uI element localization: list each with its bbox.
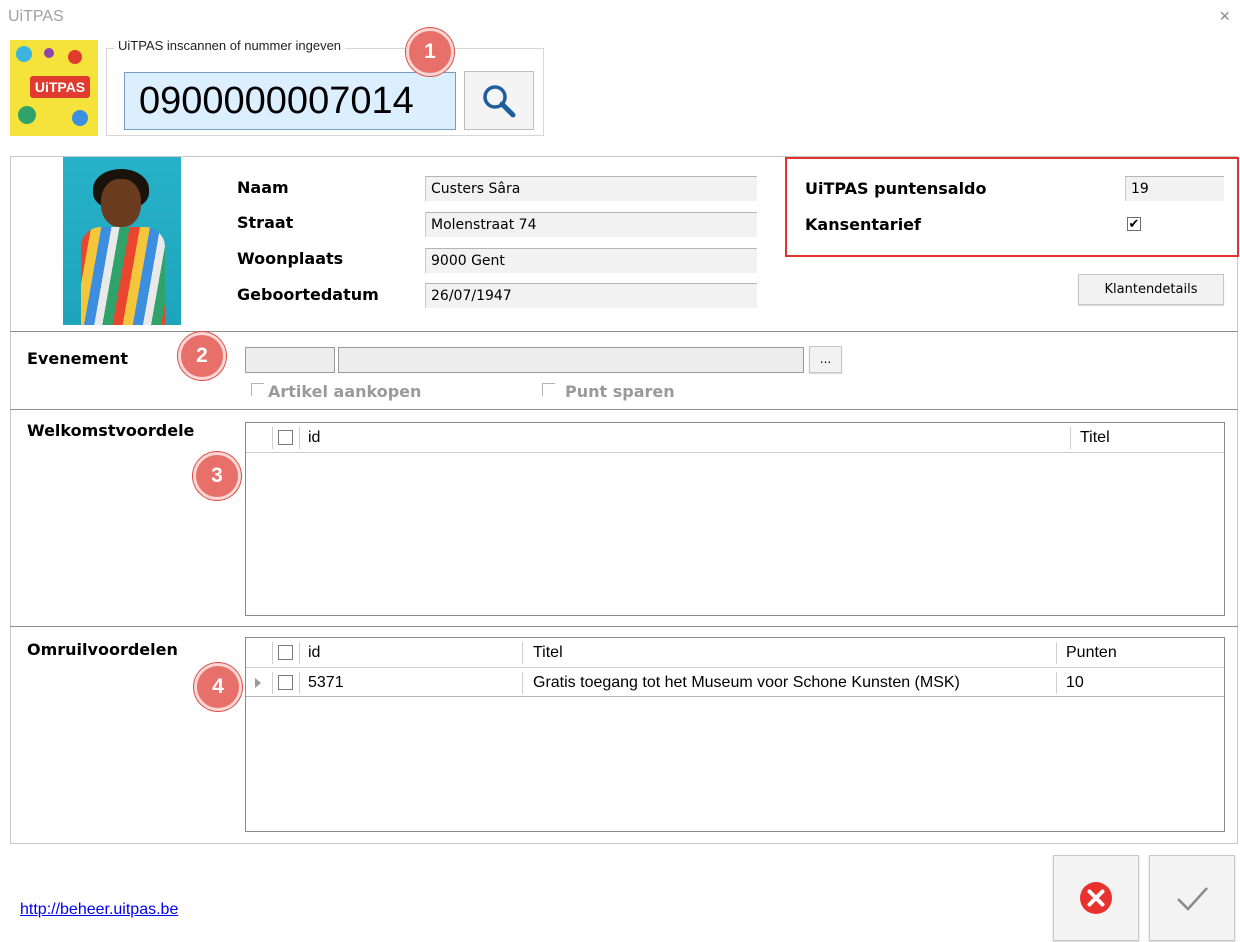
birthdate-label: Geboortedatum <box>237 285 379 304</box>
buy-article-label: Artikel aankopen <box>268 382 422 401</box>
name-label: Naam <box>237 178 289 197</box>
event-name-field[interactable] <box>338 347 804 373</box>
row-points: 10 <box>1066 674 1084 691</box>
event-browse-button[interactable]: ... <box>809 346 842 373</box>
kansentarief-checkbox[interactable]: ✔ <box>1127 217 1141 231</box>
exchange-grid: id Titel Punten 5371 Gratis toegang tot … <box>245 637 1225 832</box>
welcome-col-title[interactable]: Titel <box>1080 429 1110 447</box>
search-button[interactable] <box>464 71 534 130</box>
exchange-label: Omruilvoordelen <box>27 640 178 659</box>
search-icon <box>483 84 516 117</box>
event-code-field[interactable] <box>245 347 335 373</box>
window-title: UiTPAS <box>8 8 64 25</box>
uitpas-logo: UiTPAS <box>10 40 98 136</box>
callout-badge-2: 2 <box>178 332 226 380</box>
callout-badge-1: 1 <box>406 28 454 76</box>
uitpas-number-input[interactable]: 0900000007014 <box>124 72 456 130</box>
kansentarief-label: Kansentarief <box>805 215 921 234</box>
section-divider <box>10 331 1238 332</box>
welcome-grid-header: id Titel <box>246 423 1224 453</box>
exchange-select-all-checkbox[interactable] <box>278 645 293 660</box>
table-row[interactable]: 5371 Gratis toegang tot het Museum voor … <box>246 669 1224 697</box>
street-field: Molenstraat 74 <box>425 212 757 237</box>
welcome-select-all-checkbox[interactable] <box>278 430 293 445</box>
birthdate-field: 26/07/1947 <box>425 283 757 308</box>
buy-article-checkbox[interactable] <box>251 383 264 396</box>
name-field: Custers Sâra <box>425 176 757 201</box>
row-id: 5371 <box>308 674 344 691</box>
customer-photo <box>63 157 181 325</box>
checkmark-icon <box>1177 887 1208 911</box>
callout-badge-4: 4 <box>194 663 242 711</box>
exchange-col-id[interactable]: id <box>308 644 320 662</box>
logo-text: UiTPAS <box>30 76 90 98</box>
section-divider <box>10 626 1238 627</box>
customer-details-button[interactable]: Klantendetails <box>1078 274 1224 305</box>
beheer-link[interactable]: http://beheer.uitpas.be <box>20 901 178 919</box>
exchange-col-title[interactable]: Titel <box>533 644 563 662</box>
exchange-col-points[interactable]: Punten <box>1066 644 1117 662</box>
welcome-label: Welkomstvoordele <box>27 421 195 440</box>
cancel-icon <box>1080 882 1112 914</box>
event-label: Evenement <box>27 349 129 368</box>
exchange-grid-header: id Titel Punten <box>246 638 1224 668</box>
close-icon[interactable]: × <box>1219 6 1230 27</box>
scan-legend: UiTPAS inscannen of nummer ingeven <box>114 38 346 53</box>
city-label: Woonplaats <box>237 249 344 268</box>
row-indicator-icon <box>255 678 261 688</box>
welcome-grid: id Titel <box>245 422 1225 616</box>
confirm-button[interactable] <box>1149 855 1235 941</box>
save-point-label: Punt sparen <box>565 382 675 401</box>
row-select-checkbox[interactable] <box>278 675 293 690</box>
cancel-button[interactable] <box>1053 855 1139 941</box>
welcome-col-id[interactable]: id <box>308 429 320 447</box>
points-balance-field: 19 <box>1125 176 1224 201</box>
points-highlight-box <box>785 157 1239 257</box>
street-label: Straat <box>237 213 294 232</box>
points-balance-label: UiTPAS puntensaldo <box>805 179 987 198</box>
city-field: 9000 Gent <box>425 248 757 273</box>
callout-badge-3: 3 <box>193 452 241 500</box>
save-point-checkbox[interactable] <box>542 383 555 396</box>
row-title: Gratis toegang tot het Museum voor Schon… <box>533 674 960 691</box>
section-divider <box>10 409 1238 410</box>
